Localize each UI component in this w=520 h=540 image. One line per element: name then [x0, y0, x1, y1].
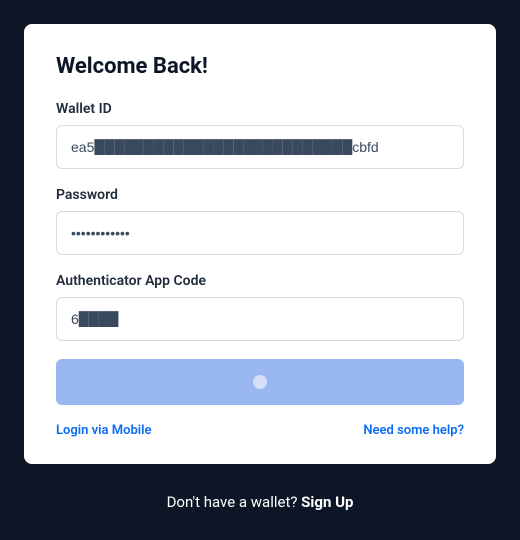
password-input[interactable]	[56, 211, 464, 255]
password-group: Password	[56, 187, 464, 255]
page-title: Welcome Back!	[56, 54, 464, 79]
wallet-id-label: Wallet ID	[56, 101, 464, 117]
wallet-id-group: Wallet ID	[56, 101, 464, 169]
login-button[interactable]	[56, 359, 464, 405]
footer: Don't have a wallet? Sign Up	[0, 476, 520, 511]
auth-code-group: Authenticator App Code	[56, 273, 464, 341]
loading-spinner-icon	[253, 375, 267, 389]
sign-up-link[interactable]: Sign Up	[301, 493, 353, 511]
link-row: Login via Mobile Need some help?	[56, 423, 464, 438]
login-card: Welcome Back! Wallet ID Password Authent…	[24, 24, 496, 464]
password-label: Password	[56, 187, 464, 203]
footer-prompt: Don't have a wallet?	[167, 493, 302, 511]
need-help-link[interactable]: Need some help?	[363, 423, 464, 438]
login-via-mobile-link[interactable]: Login via Mobile	[56, 423, 152, 438]
auth-code-label: Authenticator App Code	[56, 273, 464, 289]
auth-code-input[interactable]	[56, 297, 464, 341]
wallet-id-input[interactable]	[56, 125, 464, 169]
